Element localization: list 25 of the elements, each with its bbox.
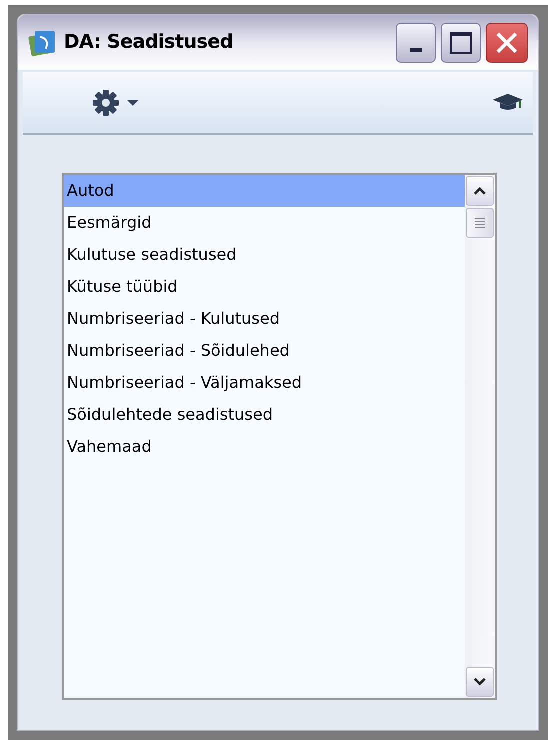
- minimize-button[interactable]: [396, 22, 436, 62]
- window-title: DA: Seadistused: [64, 30, 234, 56]
- scroll-down-button[interactable]: [466, 667, 494, 697]
- settings-menu-button[interactable]: [91, 88, 139, 118]
- chevron-up-icon: [474, 187, 486, 195]
- list-item[interactable]: Eesmärgid: [64, 207, 465, 239]
- scroll-up-button[interactable]: [466, 176, 494, 206]
- list-item[interactable]: Numbriseeriad - Väljamaksed: [64, 367, 465, 399]
- list-item[interactable]: Vahemaad: [64, 431, 465, 463]
- maximize-button[interactable]: [441, 22, 481, 62]
- list-item[interactable]: Numbriseeriad - Kulutused: [64, 303, 465, 335]
- chevron-down-icon: [474, 678, 486, 686]
- caret-icon: [127, 100, 139, 106]
- graduation-cap-icon[interactable]: [493, 94, 523, 112]
- scroll-thumb[interactable]: [466, 208, 494, 238]
- list-item[interactable]: Numbriseeriad - Sõidulehed: [64, 335, 465, 367]
- close-icon: [495, 30, 519, 54]
- scrollbar[interactable]: [465, 175, 495, 698]
- settings-icon: [91, 88, 121, 118]
- list-item[interactable]: Kulutuse seadistused: [64, 239, 465, 271]
- app-icon: [28, 28, 58, 56]
- list-item[interactable]: Sõidulehtede seadistused: [64, 399, 465, 431]
- list-item[interactable]: Autod: [64, 175, 465, 207]
- list-item[interactable]: Kütuse tüübid: [64, 271, 465, 303]
- close-button[interactable]: [486, 22, 528, 62]
